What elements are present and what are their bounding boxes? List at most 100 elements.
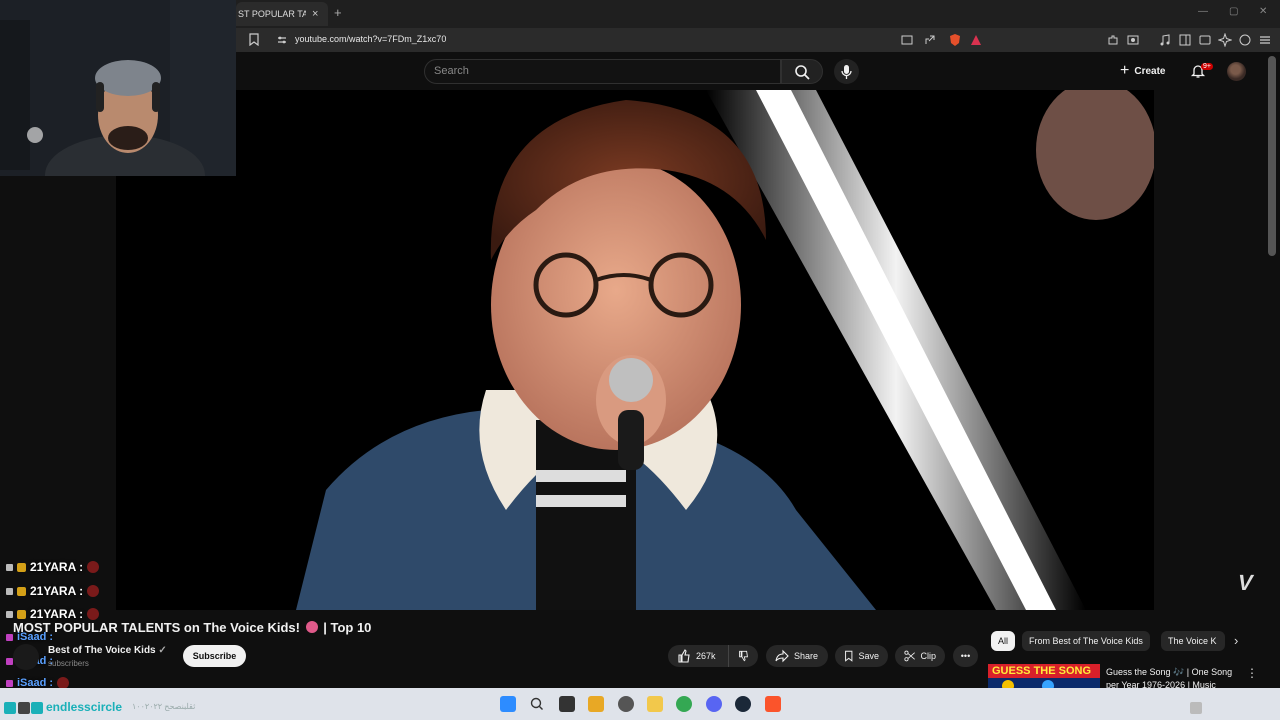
discord-icon[interactable] [706,696,722,712]
microphone-icon [841,65,852,79]
create-button[interactable]: + Create [1120,60,1176,82]
voice-search-button[interactable] [834,59,859,84]
channel-avatar[interactable] [13,644,39,670]
chips-next-arrow-icon[interactable]: › [1234,633,1238,648]
search-input[interactable] [424,59,781,84]
channel-name[interactable]: Best of The Voice Kids ✓ [48,645,167,656]
stream-subtext: ثقلبنصحح ١٠٠٢٠٢٢ [132,702,196,711]
url-text[interactable]: youtube.com/watch?v=7FDm_Z1xc70 [295,34,446,44]
facecam-image [0,0,236,176]
more-actions-button[interactable]: ••• [953,645,978,667]
vpn-icon[interactable] [1238,33,1252,47]
screenshot-icon[interactable] [1126,33,1140,47]
search-button[interactable] [781,59,823,84]
notification-count-badge: 9+ [1201,63,1213,70]
task-view-icon[interactable] [559,696,575,712]
chat-badge-icon [6,679,13,687]
stream-overlay-icon [4,702,16,714]
chat-username: 21YARA : [30,607,84,621]
video-title-suffix: | Top 10 [323,620,372,635]
share-arrow-icon [775,649,789,663]
chip-from-channel[interactable]: From Best of The Voice Kids [1022,631,1150,651]
bookmark-icon[interactable] [248,33,260,46]
video-title-text: MOST POPULAR TALENTS on The Voice Kids! [13,620,300,635]
save-label: Save [858,651,879,661]
clip-label: Clip [920,651,936,661]
site-settings-icon[interactable] [276,34,288,46]
like-button[interactable]: 267k [668,645,728,667]
recommended-video-menu-icon[interactable]: ⋮ [1246,666,1258,680]
account-avatar[interactable] [1227,62,1246,81]
verified-check-icon: ✓ [158,645,167,656]
chat-message: 21YARA : [6,560,100,574]
create-label: Create [1134,65,1166,77]
thumbnail-text: GUESS THE SONG [992,665,1092,677]
chat-badge-icon [6,563,13,571]
plus-icon: + [1120,62,1130,79]
tab-close-icon[interactable]: × [312,8,318,20]
extensions-icon[interactable] [1106,33,1120,47]
share-button[interactable]: Share [766,645,828,667]
leo-ai-icon[interactable] [1218,33,1232,47]
chip-all[interactable]: All [991,631,1016,651]
wallet-icon[interactable] [1198,33,1212,47]
like-count: 267k [696,651,716,661]
media-icon[interactable] [1158,33,1172,47]
save-bookmark-icon [845,650,853,662]
brave-icon[interactable] [765,696,781,712]
recommended-video-title[interactable]: Guess the Song 🎶 | One Song per Year 197… [1106,666,1238,688]
thumbs-up-icon [678,649,690,663]
clip-button[interactable]: Clip [895,645,945,667]
video-player[interactable] [236,90,1154,610]
channel-name-text: Best of The Voice Kids [48,645,156,656]
share-page-icon[interactable] [923,33,937,47]
stream-overlay-icon [31,702,43,714]
browser-tab[interactable]: ST POPULAR TALEN × [236,2,328,26]
window-close-icon[interactable]: ✕ [1259,6,1267,17]
widgets-icon[interactable] [588,696,604,712]
subscribe-button[interactable]: Subscribe [183,645,246,667]
chat-emote-icon [87,585,100,597]
chat-message: 21YARA : [6,584,100,598]
search-placeholder: Search [434,65,469,77]
page-scrollbar[interactable] [1268,56,1276,256]
steam-icon[interactable] [735,696,751,712]
subscriber-badge-icon [17,586,26,596]
brave-shield-icon[interactable] [948,33,962,47]
search-icon [795,65,810,80]
channel-watermark: V [1235,570,1256,595]
sidebar-icon[interactable] [1178,33,1192,47]
stream-overlay-icon [18,702,30,714]
new-tab-button[interactable]: + [334,5,342,20]
file-explorer-icon[interactable] [647,696,663,712]
menu-icon[interactable] [1258,33,1272,47]
windows-start-icon[interactable] [500,696,516,712]
brave-rewards-icon[interactable] [969,33,983,47]
chip-the-voice-kids[interactable]: The Voice K [1161,631,1225,651]
cast-icon[interactable] [900,33,914,47]
chrome-icon[interactable] [676,696,692,712]
minimize-icon[interactable]: — [1198,6,1208,17]
heart-eyes-emoji-icon [305,621,318,633]
dislike-button[interactable] [728,645,758,667]
maximize-icon[interactable]: ▢ [1229,6,1238,17]
tab-title: ST POPULAR TALEN [238,9,306,19]
scissors-icon [904,650,915,662]
chat-badge-icon [6,633,13,641]
subscriber-badge-icon [17,562,26,572]
chat-badge-icon [6,587,13,595]
subscriber-badge-icon [17,609,26,619]
browser-tab-bar [236,0,1280,28]
video-title: MOST POPULAR TALENTS on The Voice Kids! … [13,620,371,635]
streamer-facecam [0,0,236,176]
thumbs-down-icon [739,650,748,662]
obs-icon[interactable] [618,696,634,712]
subscriber-count: subscribers [48,659,89,668]
chat-emote-icon [87,608,100,620]
save-button[interactable]: Save [835,645,888,667]
taskbar-search-icon[interactable] [529,696,545,712]
tray-icon[interactable] [1190,702,1202,714]
share-label: Share [794,651,819,661]
chat-message: 21YARA : [6,607,100,621]
chat-emote-icon [87,561,100,573]
